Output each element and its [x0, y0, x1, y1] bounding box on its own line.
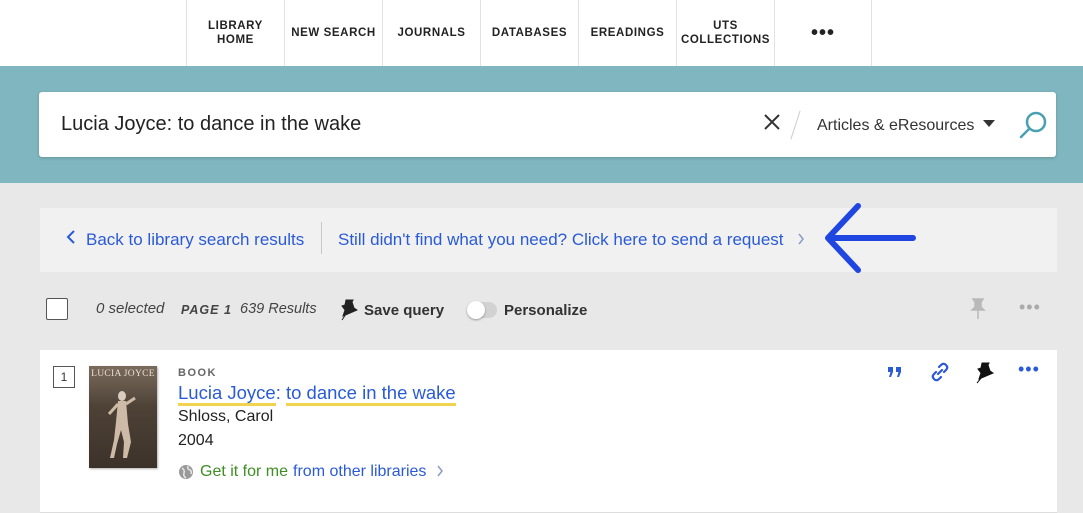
select-all-checkbox[interactable] [46, 298, 68, 320]
result-year: 2004 [178, 432, 214, 449]
divider [790, 110, 801, 140]
chevron-right-icon [794, 232, 806, 248]
getit-source: from other libraries [293, 463, 427, 480]
divider [321, 222, 322, 254]
result-rank: 1 [53, 366, 75, 388]
nav-menu: LIBRARY HOME NEW SEARCH JOURNALS DATABAS… [186, 0, 872, 66]
nav-item-uts-collections[interactable]: UTS COLLECTIONS [676, 0, 774, 66]
citation-icon[interactable] [886, 364, 904, 385]
pin-icon[interactable] [970, 298, 986, 325]
nav-item-databases[interactable]: DATABASES [480, 0, 578, 66]
close-icon[interactable] [761, 112, 783, 136]
book-cover-thumbnail[interactable]: LUCIA JOYCE [89, 366, 157, 468]
chevron-right-icon [436, 464, 444, 480]
chevron-down-icon[interactable] [983, 120, 995, 127]
chevron-left-icon [66, 208, 76, 272]
get-it-link[interactable]: Get it for me from other libraries [178, 463, 444, 481]
request-link-label: Still didn't find what you need? Click h… [338, 230, 784, 249]
dancer-figure [107, 391, 136, 458]
nav-item-library-home[interactable]: LIBRARY HOME [186, 0, 284, 66]
back-link-label: Back to library search results [86, 230, 305, 249]
title-separator: : [275, 382, 286, 403]
permalink-icon[interactable] [930, 362, 950, 387]
more-actions-icon[interactable]: ••• [1019, 297, 1041, 318]
selected-count: 0 selected [96, 300, 165, 317]
save-query-button[interactable]: Save query [340, 297, 444, 323]
search-box: Articles & eResources [39, 92, 1056, 157]
search-icon[interactable] [1017, 110, 1049, 142]
results-toolbar: 0 selected PAGE 1 639 Results Save query… [40, 273, 1057, 349]
result-type: BOOK [178, 367, 217, 379]
search-scope-select[interactable]: Articles & eResources [817, 92, 974, 157]
title-part-2: to dance in the wake [285, 382, 456, 406]
nav-item-journals[interactable]: JOURNALS [382, 0, 480, 66]
toggle-knob [467, 301, 485, 319]
back-to-results-link[interactable]: Back to library search results [66, 208, 304, 272]
personalize-label[interactable]: Personalize [504, 302, 587, 319]
pin-icon [341, 299, 358, 321]
arrow-left-icon [825, 203, 916, 273]
globe-icon [179, 465, 193, 479]
cover-title: LUCIA JOYCE [91, 369, 155, 379]
search-input[interactable] [61, 92, 751, 157]
send-request-link[interactable]: Still didn't find what you need? Click h… [338, 208, 805, 272]
result-author: Shloss, Carol [178, 408, 274, 425]
more-actions-icon[interactable]: ••• [1018, 359, 1040, 380]
result-item[interactable]: 1 LUCIA JOYCE BOOK Lucia Joyce: to dance… [40, 350, 1057, 513]
nav-more-button[interactable]: ••• [774, 0, 872, 66]
save-query-label: Save query [364, 301, 445, 319]
top-nav: LIBRARY HOME NEW SEARCH JOURNALS DATABAS… [0, 0, 1083, 66]
results-count: 639 Results [240, 301, 317, 317]
personalize-toggle[interactable] [467, 301, 497, 319]
result-title-link[interactable]: Lucia Joyce: to dance in the wake [178, 382, 456, 406]
nav-item-new-search[interactable]: NEW SEARCH [284, 0, 382, 66]
title-part-1: Lucia Joyce [178, 382, 276, 406]
page-label: PAGE 1 [181, 303, 232, 317]
search-bar-area: Articles & eResources [0, 66, 1083, 183]
getit-label: Get it for me [200, 463, 289, 480]
nav-item-ereadings[interactable]: EREADINGS [578, 0, 676, 66]
pin-icon[interactable] [975, 362, 995, 389]
